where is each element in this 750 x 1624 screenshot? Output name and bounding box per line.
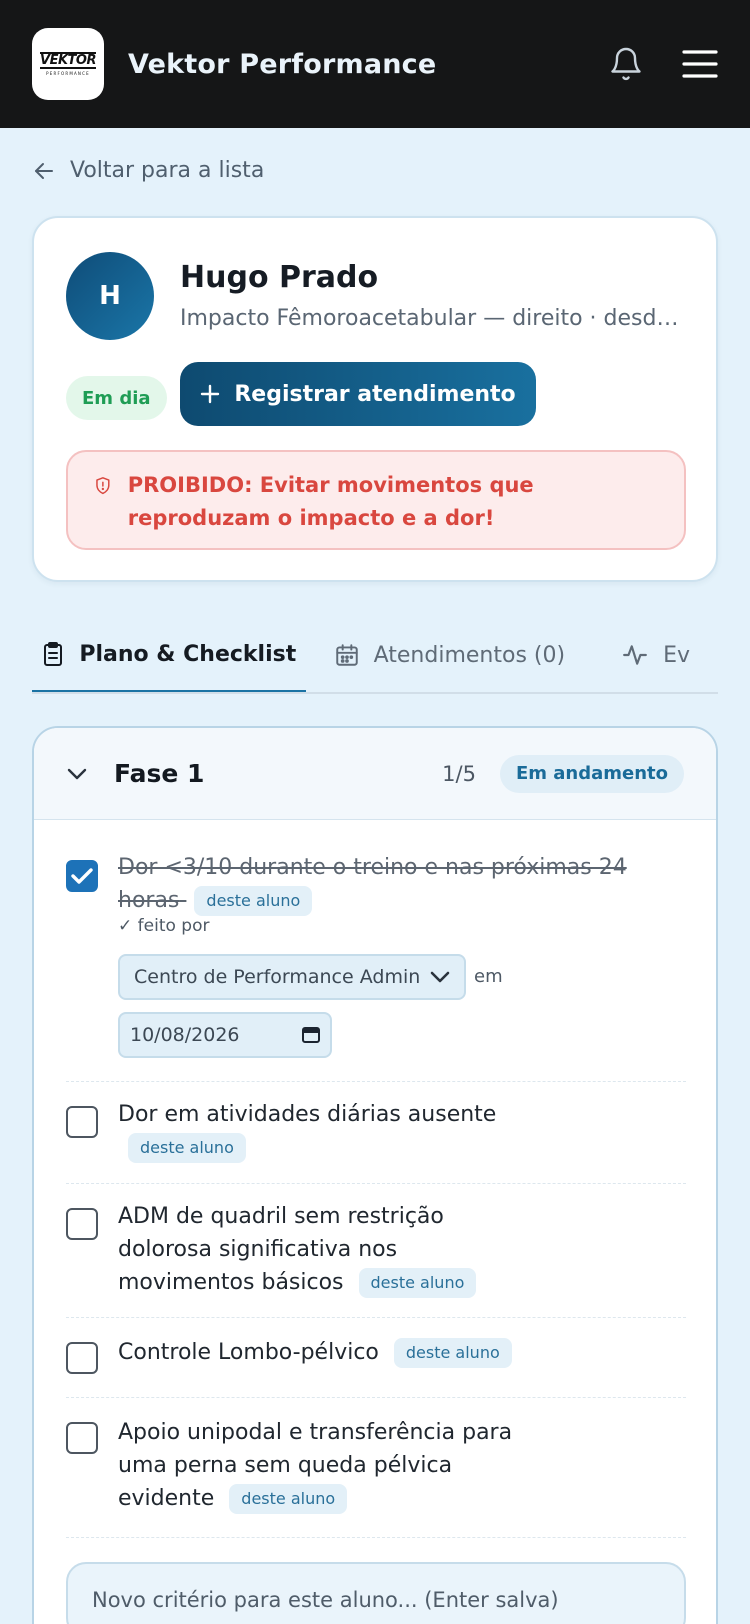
phase-status-badge: Em andamento (499, 754, 684, 793)
plus-icon (201, 384, 220, 404)
chevron-down-icon (430, 971, 450, 983)
checklist-item: ADM de quadril sem restrição dolorosa si… (66, 1184, 686, 1318)
shield-alert-icon (96, 477, 110, 495)
app-title: Vektor Performance (128, 48, 437, 80)
student-tag: deste aluno (194, 886, 313, 916)
item-checkbox[interactable] (66, 1208, 98, 1240)
checklist-item-text: Controle Lombo-pélvico deste aluno (118, 1336, 658, 1369)
new-criterion-placeholder: Novo critério para este aluno... (Enter … (92, 1588, 559, 1612)
status-badge: Em dia (66, 376, 167, 420)
patient-condition: Impacto Fêmoroacetabular — direito · des… (180, 306, 686, 331)
activity-icon (623, 645, 647, 665)
patient-card: H Hugo Prado Impacto Fêmoroacetabular — … (32, 216, 718, 582)
checklist-item: Dor <3/10 durante o treino e nas próxima… (66, 836, 686, 1082)
back-to-list-link[interactable]: Voltar para a lista (32, 158, 264, 183)
notifications-button[interactable] (608, 44, 644, 84)
back-link-label: Voltar para a lista (70, 158, 265, 183)
tab-label: Atendimentos (0) (373, 642, 566, 668)
header-actions (608, 44, 718, 84)
tab-plan-checklist[interactable]: Plano & Checklist (32, 618, 306, 692)
phase-header[interactable]: Fase 1 1/5 Em andamento (34, 728, 716, 820)
done-date-input[interactable]: 10/08/2026 (118, 1012, 332, 1058)
checklist-item: Dor em atividades diárias ausente deste … (66, 1082, 686, 1184)
alert-text: PROIBIDO: Evitar movimentos que reproduz… (127, 473, 534, 530)
tab-evolution[interactable]: Ev (593, 618, 718, 692)
restriction-alert: PROIBIDO: Evitar movimentos que reproduz… (66, 450, 686, 550)
at-label: em (474, 966, 503, 987)
item-label: Dor em atividades diárias ausente (118, 1102, 497, 1127)
student-tag: deste aluno (393, 1338, 512, 1368)
tab-label: Plano & Checklist (79, 641, 297, 667)
tab-label: Ev (663, 642, 690, 668)
phase-progress-count: 1/5 (442, 761, 476, 786)
item-checkbox[interactable] (66, 1106, 98, 1138)
calendar-icon (335, 644, 358, 666)
checklist-item: Controle Lombo-pélvico deste aluno (66, 1318, 686, 1398)
student-tag: deste aluno (128, 1133, 246, 1163)
chevron-down-icon[interactable] (66, 767, 88, 781)
check-icon (71, 868, 93, 884)
tab-bar: Plano & Checklist Atendimentos (0) Ev (32, 618, 718, 694)
top-bar: VEKTOR PERFORMANCE Vektor Performance (0, 0, 750, 128)
hamburger-icon (682, 50, 718, 78)
item-checkbox[interactable] (66, 1342, 98, 1374)
menu-button[interactable] (682, 49, 718, 79)
clipboard-icon (44, 642, 63, 666)
item-label: Controle Lombo-pélvico (118, 1340, 379, 1365)
app-logo[interactable]: VEKTOR PERFORMANCE (32, 28, 104, 100)
calendar-icon (302, 1027, 320, 1043)
done-by-value: Centro de Performance Admin (134, 966, 421, 988)
done-by-label: ✓ feito por (118, 916, 210, 936)
phase-title: Fase 1 (114, 759, 205, 788)
logo-subtext: PERFORMANCE (46, 71, 90, 76)
checklist-item-text: Dor em atividades diárias ausente deste … (118, 1098, 658, 1164)
item-checkbox[interactable] (66, 1422, 98, 1454)
tab-appointments[interactable]: Atendimentos (0) (306, 618, 593, 692)
arrow-left-icon (35, 162, 53, 179)
register-appointment-label: Registrar atendimento (234, 381, 516, 407)
logo-wordmark: VEKTOR (40, 52, 96, 69)
item-checkbox[interactable] (66, 860, 98, 892)
student-tag: deste aluno (358, 1268, 477, 1298)
avatar: H (66, 252, 154, 340)
patient-name: Hugo Prado (180, 260, 379, 295)
date-value: 10/08/2026 (130, 1024, 240, 1046)
student-tag: deste aluno (229, 1484, 348, 1514)
phase-panel: Fase 1 1/5 Em andamento Dor <3/10 durant… (32, 726, 718, 1624)
register-appointment-button[interactable]: Registrar atendimento (180, 362, 536, 426)
bell-icon (611, 47, 641, 81)
checklist-item: Apoio unipodal e transferência para uma … (66, 1398, 686, 1538)
checklist-item-text: Apoio unipodal e transferência para uma … (118, 1416, 518, 1515)
done-by-select[interactable]: Centro de Performance Admin (118, 954, 466, 1000)
new-criterion-input[interactable]: Novo critério para este aluno... (Enter … (66, 1562, 686, 1624)
checklist-item-text: ADM de quadril sem restrição dolorosa si… (118, 1200, 498, 1299)
checklist-item-text: Dor <3/10 durante o treino e nas próxima… (118, 851, 658, 917)
